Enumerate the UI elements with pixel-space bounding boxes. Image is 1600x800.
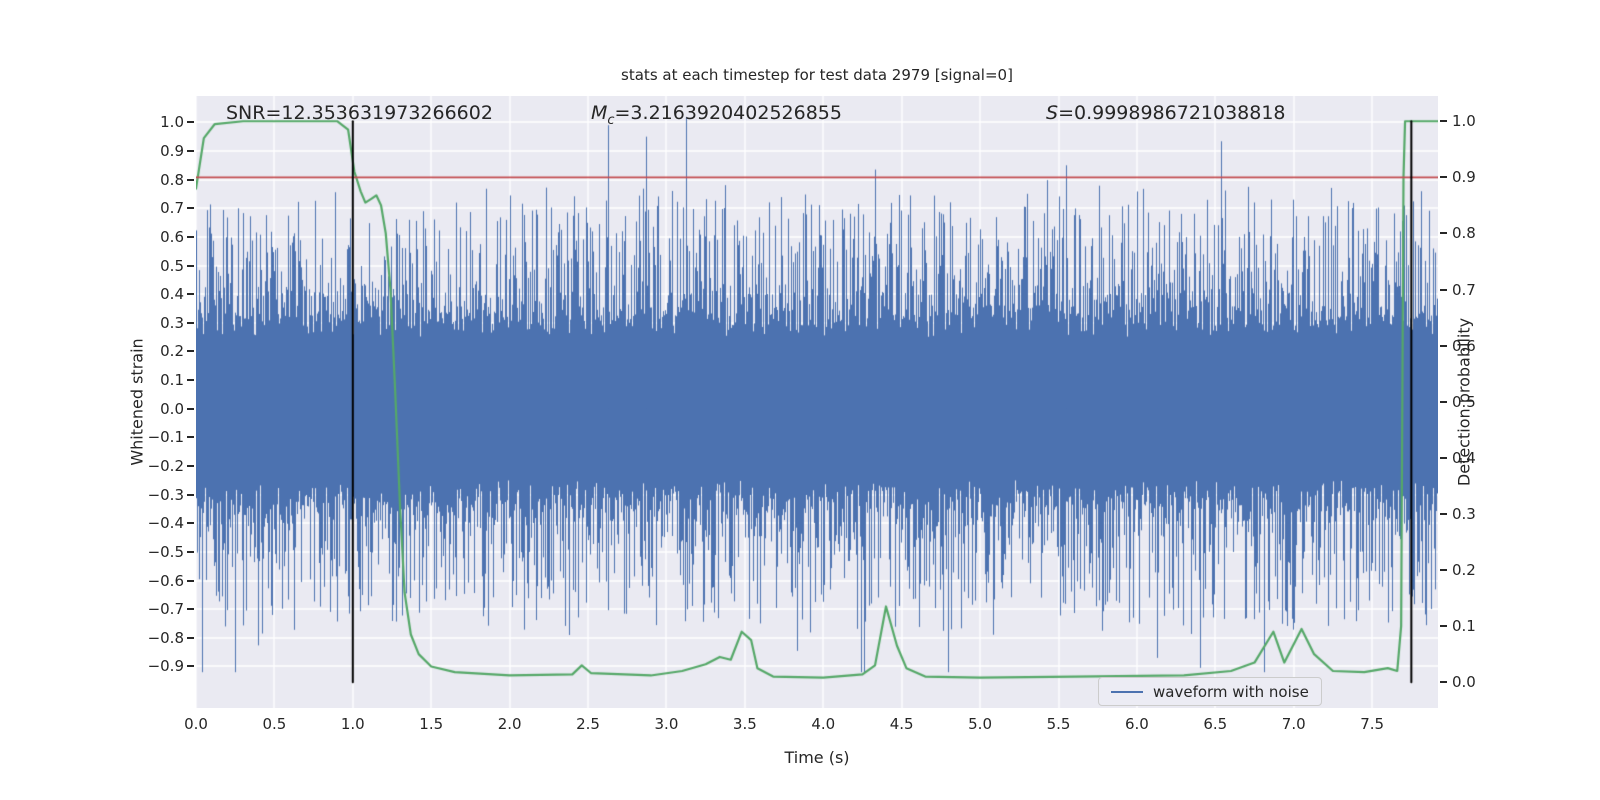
legend-label: waveform with noise <box>1153 682 1309 701</box>
annotation-significance-symbol: S <box>1046 102 1059 124</box>
chart-canvas <box>196 96 1438 708</box>
y-tick-mark-right <box>1440 232 1447 235</box>
x-tick-label: 2.5 <box>576 715 600 733</box>
annotation-chirp-mass: Mc=3.2163920402526855 <box>591 102 842 128</box>
x-tick-label: 3.5 <box>732 715 757 733</box>
y-tick-label-right: 0.4 <box>1452 448 1476 467</box>
y-tick-mark-right <box>1440 176 1447 179</box>
x-tick-label: 5.0 <box>968 715 992 733</box>
y-tick-mark-left <box>187 465 194 467</box>
legend-line-sample <box>1111 690 1143 693</box>
x-tick-label: 1.5 <box>419 715 444 733</box>
x-tick-label: 0.0 <box>184 715 208 733</box>
y-tick-label-left: −0.1 <box>147 428 184 447</box>
y-tick-mark-left <box>187 235 194 238</box>
x-tick-label: 5.5 <box>1046 715 1071 733</box>
y-tick-label-left: 0.5 <box>160 256 184 275</box>
y-tick-label-right: 0.0 <box>1452 673 1476 692</box>
legend: waveform with noise <box>1098 677 1322 706</box>
y-tick-mark-left <box>187 321 194 324</box>
plot-area: SNR=12.353631973266602 Mc=3.216392040252… <box>196 96 1438 708</box>
y-tick-mark-left <box>187 407 194 410</box>
y-tick-mark-right <box>1440 456 1447 459</box>
x-tick-label: 4.0 <box>811 715 836 733</box>
y-tick-mark-left <box>187 178 194 181</box>
y-tick-label-left: 0.9 <box>160 141 184 160</box>
annotation-snr: SNR=12.353631973266602 <box>226 102 493 124</box>
y-tick-label-left: 1.0 <box>160 113 184 132</box>
y-tick-mark-left <box>187 379 194 382</box>
x-tick-label: 3.0 <box>654 715 679 733</box>
annotation-snr-text: SNR=12.353631973266602 <box>226 102 493 124</box>
plot-title: stats at each timestep for test data 297… <box>621 66 1013 84</box>
y-tick-label-left: −0.8 <box>147 628 184 647</box>
y-tick-mark-left <box>187 293 194 296</box>
y-tick-mark-left <box>187 121 194 124</box>
annotation-chirp-mass-subscript: c <box>607 112 615 128</box>
x-tick-label: 6.0 <box>1124 715 1149 733</box>
y-tick-label-left: 0.6 <box>160 227 184 246</box>
y-tick-mark-right <box>1440 681 1447 684</box>
y-tick-mark-right <box>1440 625 1447 628</box>
x-tick-label: 0.5 <box>262 715 287 733</box>
annotation-chirp-mass-value: =3.2163920402526855 <box>614 102 842 124</box>
y-tick-mark-left <box>187 608 194 611</box>
y-tick-mark-left <box>187 264 194 267</box>
y-tick-label-left: 0.2 <box>160 342 184 361</box>
y-tick-mark-left <box>187 149 194 152</box>
y-tick-label-right: 0.2 <box>1452 561 1476 579</box>
x-tick-label: 7.0 <box>1281 715 1306 733</box>
y-tick-label-left: −0.5 <box>147 542 184 561</box>
x-tick-label: 1.0 <box>340 715 365 733</box>
annotation-significance-value: =0.9998986721038818 <box>1058 102 1286 124</box>
y-tick-label-left: −0.9 <box>147 657 184 676</box>
y-tick-mark-left <box>187 350 194 353</box>
y-tick-mark-right <box>1440 400 1447 403</box>
x-tick-label: 6.5 <box>1203 715 1228 733</box>
y-tick-label-left: −0.3 <box>147 485 184 504</box>
y-tick-mark-right <box>1440 512 1447 515</box>
y-tick-mark-left <box>187 636 194 639</box>
y-tick-mark-left <box>187 493 194 496</box>
y-tick-mark-left <box>187 436 194 439</box>
y-tick-label-left: 0.3 <box>160 313 184 332</box>
y-tick-label-left: 0.4 <box>160 285 184 304</box>
y-tick-label-right: 0.8 <box>1452 224 1476 243</box>
y-tick-label-left: 0.0 <box>160 399 184 418</box>
y-tick-label-left: −0.7 <box>147 600 184 619</box>
x-axis-label: Time (s) <box>784 748 850 767</box>
annotation-significance: S=0.9998986721038818 <box>1046 102 1286 124</box>
x-tick-label: 2.0 <box>497 715 522 733</box>
y-tick-mark-right <box>1440 120 1447 123</box>
y-tick-label-right: 1.0 <box>1452 112 1476 131</box>
y-tick-label-left: −0.2 <box>147 457 184 475</box>
y-tick-label-right: 0.3 <box>1452 504 1476 523</box>
y-tick-label-right: 0.9 <box>1452 168 1476 187</box>
y-tick-label-right: 0.7 <box>1452 280 1476 299</box>
y-tick-mark-left <box>187 522 194 525</box>
y-tick-label-left: 0.7 <box>160 199 184 218</box>
y-tick-label-left: 0.8 <box>160 170 184 189</box>
y-tick-label-right: 0.5 <box>1452 392 1476 411</box>
y-tick-mark-right <box>1440 569 1447 571</box>
y-tick-mark-left <box>187 665 194 668</box>
y-tick-mark-right <box>1440 288 1447 291</box>
y-tick-mark-left <box>187 207 194 210</box>
figure: { "figure": { "title": "stats at each ti… <box>0 0 1600 800</box>
y-tick-label-right: 0.6 <box>1452 336 1476 355</box>
y-tick-mark-left <box>187 550 194 553</box>
y-tick-label-left: −0.4 <box>147 514 184 533</box>
y-tick-mark-left <box>187 579 194 582</box>
annotation-chirp-mass-symbol: M <box>591 102 608 124</box>
x-tick-label: 4.5 <box>889 715 914 733</box>
y-tick-label-left: −0.6 <box>147 571 184 590</box>
y-tick-label-right: 0.1 <box>1452 617 1476 636</box>
x-tick-label: 7.5 <box>1360 715 1385 733</box>
y-tick-label-left: 0.1 <box>160 371 184 390</box>
y-tick-mark-right <box>1440 344 1447 347</box>
